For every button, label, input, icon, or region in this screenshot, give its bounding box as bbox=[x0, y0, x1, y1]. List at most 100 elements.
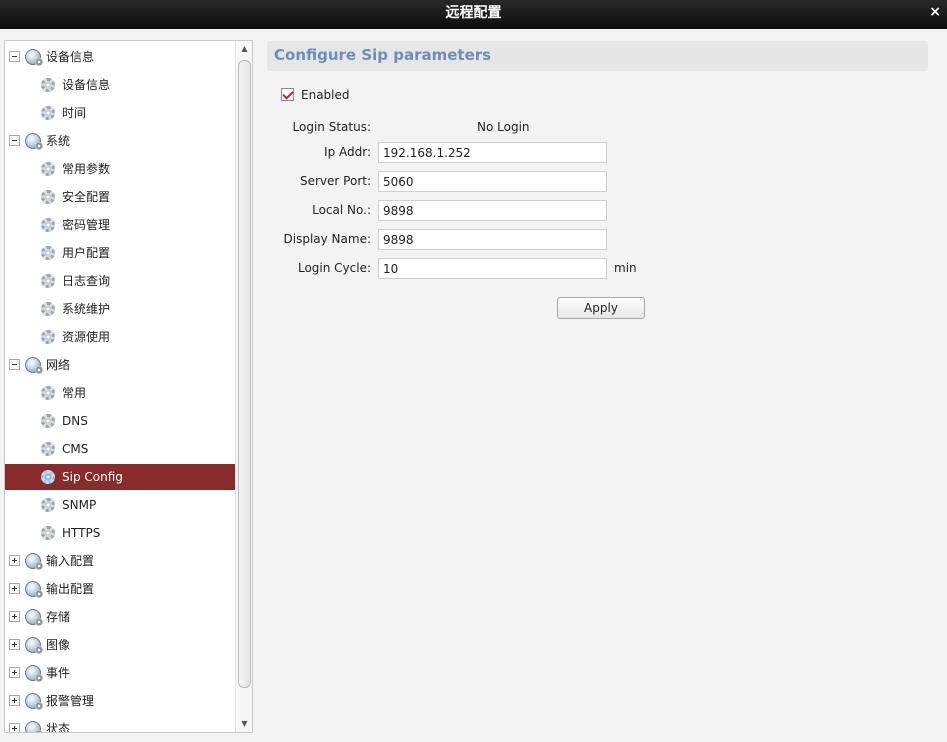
tree-item[interactable]: SNMP bbox=[5, 492, 235, 518]
globe-gear-icon bbox=[25, 721, 43, 732]
gear-icon bbox=[41, 330, 55, 344]
tree-group[interactable]: 系统 bbox=[5, 128, 235, 154]
tree-item[interactable]: HTTPS bbox=[5, 520, 235, 546]
tree-item-label: 日志查询 bbox=[62, 274, 111, 288]
tree-item-label: DNS bbox=[62, 414, 88, 428]
tree-item-label: 存储 bbox=[46, 610, 71, 624]
tree-item[interactable]: 密码管理 bbox=[5, 212, 235, 238]
globe-gear-icon bbox=[25, 581, 43, 598]
collapse-icon[interactable] bbox=[9, 359, 20, 370]
local-no-input[interactable] bbox=[378, 200, 607, 221]
globe-gear-icon bbox=[25, 357, 43, 374]
tree-item[interactable]: 用户配置 bbox=[5, 240, 235, 266]
tree-item-label: 密码管理 bbox=[62, 218, 111, 232]
display-name-input[interactable] bbox=[378, 229, 607, 250]
enabled-checkbox[interactable] bbox=[281, 88, 294, 101]
tree-item[interactable]: 资源使用 bbox=[5, 324, 235, 350]
expand-icon[interactable] bbox=[9, 639, 20, 650]
tree-scrollbar[interactable]: ▲ ▼ bbox=[235, 41, 252, 732]
scrollbar-thumb[interactable] bbox=[238, 60, 251, 688]
ip-addr-input[interactable] bbox=[378, 142, 607, 163]
local-no-label: Local No.: bbox=[312, 203, 371, 217]
gear-icon bbox=[41, 414, 55, 428]
expand-icon[interactable] bbox=[9, 695, 20, 706]
collapse-icon[interactable] bbox=[9, 51, 20, 62]
tree-group[interactable]: 输出配置 bbox=[5, 576, 235, 602]
server-port-label: Server Port: bbox=[300, 174, 371, 188]
panel-title: Configure Sip parameters bbox=[274, 46, 492, 64]
expand-icon[interactable] bbox=[9, 723, 20, 732]
panel-header: Configure Sip parameters bbox=[267, 41, 928, 71]
tree-item[interactable]: 系统维护 bbox=[5, 296, 235, 322]
gear-icon bbox=[41, 386, 55, 400]
gear-icon bbox=[41, 78, 55, 92]
tree-item-label: 常用 bbox=[62, 386, 87, 400]
apply-button[interactable]: Apply bbox=[557, 297, 645, 319]
tree-group[interactable]: 图像 bbox=[5, 632, 235, 658]
tree-item-label: 常用参数 bbox=[62, 162, 111, 176]
tree-group[interactable]: 输入配置 bbox=[5, 548, 235, 574]
tree-item-label: 状态 bbox=[46, 722, 71, 733]
enabled-label: Enabled bbox=[301, 88, 350, 102]
gear-icon bbox=[41, 498, 55, 512]
tree-group[interactable]: 设备信息 bbox=[5, 44, 235, 70]
globe-gear-icon bbox=[25, 49, 43, 66]
tree-item-label: 设备信息 bbox=[46, 50, 95, 64]
tree-group[interactable]: 存储 bbox=[5, 604, 235, 630]
tree-item-label: 系统 bbox=[46, 134, 71, 148]
tree-item[interactable]: 常用 bbox=[5, 380, 235, 406]
tree-item[interactable]: 安全配置 bbox=[5, 184, 235, 210]
tree-item-label: 安全配置 bbox=[62, 190, 111, 204]
tree-item-label: 报警管理 bbox=[46, 694, 95, 708]
gear-icon bbox=[41, 190, 55, 204]
expand-icon[interactable] bbox=[9, 667, 20, 678]
tree-item-label: 资源使用 bbox=[62, 330, 111, 344]
tree-item[interactable]: 设备信息 bbox=[5, 72, 235, 98]
tree-item-label: 输出配置 bbox=[46, 582, 95, 596]
expand-icon[interactable] bbox=[9, 583, 20, 594]
tree-group[interactable]: 状态 bbox=[5, 716, 235, 733]
globe-gear-icon bbox=[25, 609, 43, 626]
tree-item[interactable]: 时间 bbox=[5, 100, 235, 126]
gear-icon bbox=[41, 470, 55, 484]
gear-icon bbox=[41, 442, 55, 456]
config-tree: 设备信息 设备信息 时间 系统 常用参数 安全配置 密码管理 用户配置 日志查询 系统维护 资源使用… bbox=[4, 40, 253, 733]
login-cycle-unit: min bbox=[614, 261, 637, 275]
tree-item[interactable]: 日志查询 bbox=[5, 268, 235, 294]
tree-item[interactable]: Sip Config bbox=[5, 464, 235, 490]
tree-group[interactable]: 报警管理 bbox=[5, 688, 235, 714]
server-port-input[interactable] bbox=[378, 171, 607, 192]
collapse-icon[interactable] bbox=[9, 135, 20, 146]
expand-icon[interactable] bbox=[9, 555, 20, 566]
tree-item-label: HTTPS bbox=[62, 526, 101, 540]
login-status-value: No Login bbox=[477, 120, 530, 134]
login-status-label: Login Status: bbox=[292, 120, 371, 134]
globe-gear-icon bbox=[25, 665, 43, 682]
tree-item-label: CMS bbox=[62, 442, 89, 456]
tree-group[interactable]: 事件 bbox=[5, 660, 235, 686]
tree-item[interactable]: 常用参数 bbox=[5, 156, 235, 182]
tree-item[interactable]: CMS bbox=[5, 436, 235, 462]
tree-item-label: 图像 bbox=[46, 638, 71, 652]
window-title: 远程配置 bbox=[445, 5, 502, 21]
scroll-up-arrow-icon[interactable]: ▲ bbox=[236, 41, 252, 57]
tree-item-label: 网络 bbox=[46, 358, 71, 372]
gear-icon bbox=[41, 162, 55, 176]
tree-group[interactable]: 网络 bbox=[5, 352, 235, 378]
gear-icon bbox=[41, 246, 55, 260]
globe-gear-icon bbox=[25, 553, 43, 570]
tree-item[interactable]: DNS bbox=[5, 408, 235, 434]
login-cycle-input[interactable] bbox=[378, 258, 607, 279]
tree-item-label: 时间 bbox=[62, 106, 87, 120]
gear-icon bbox=[41, 274, 55, 288]
title-bar: 远程配置 × bbox=[0, 0, 947, 29]
scroll-down-arrow-icon[interactable]: ▼ bbox=[236, 716, 252, 732]
gear-icon bbox=[41, 526, 55, 540]
expand-icon[interactable] bbox=[9, 611, 20, 622]
tree-item-label: 用户配置 bbox=[62, 246, 111, 260]
tree-item-label: 系统维护 bbox=[62, 302, 111, 316]
tree-item-label: 设备信息 bbox=[62, 78, 111, 92]
close-icon[interactable]: × bbox=[929, 0, 941, 25]
globe-gear-icon bbox=[25, 637, 43, 654]
gear-icon bbox=[41, 218, 55, 232]
